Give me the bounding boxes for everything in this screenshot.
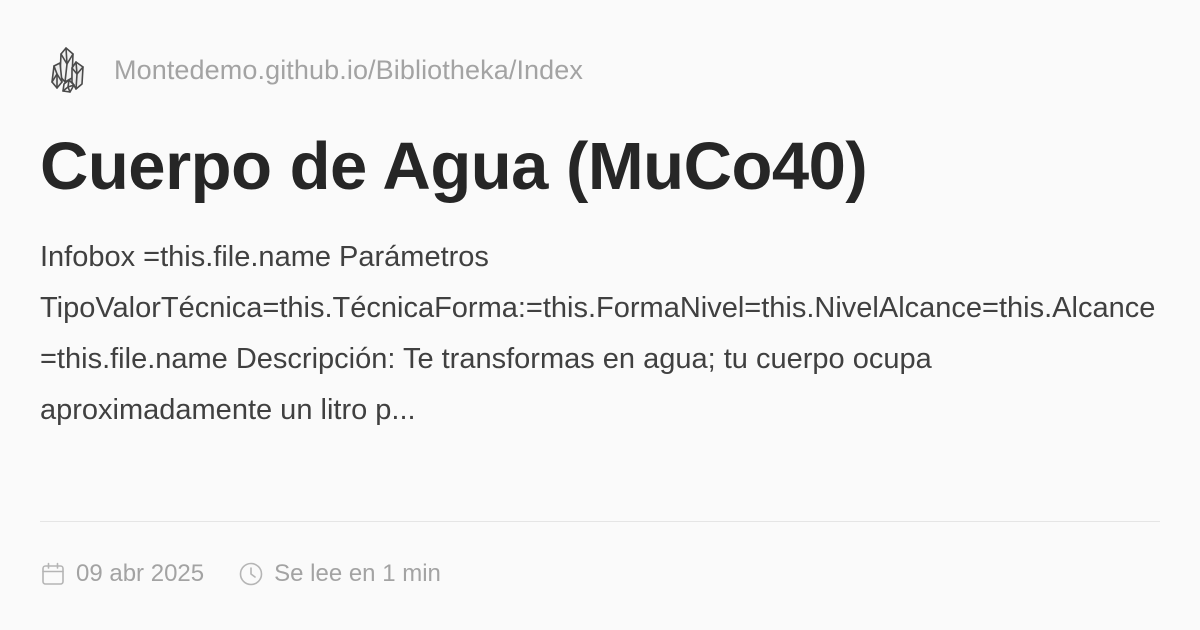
excerpt-line: TipoValorTécnica=this.TécnicaForma:=this…	[40, 292, 1156, 324]
article-excerpt: Infobox =this.file.name Parámetros TipoV…	[40, 232, 1160, 436]
reading-time: Se lee en 1 min	[238, 560, 441, 588]
page-title: Cuerpo de Agua (MuCo40)	[40, 129, 868, 204]
clock-icon	[239, 562, 263, 586]
calendar-icon	[42, 562, 64, 585]
publish-date-text: 09 abr 2025	[76, 560, 205, 587]
site-header[interactable]: Montedemo.github.io/Bibliotheka/Index	[48, 42, 583, 98]
excerpt-line: Infobox =this.file.name Parámetros	[40, 241, 489, 273]
article-meta: 09 abr 2025 Se lee en 1 min	[40, 556, 475, 592]
crystal-cluster-icon	[51, 47, 84, 93]
excerpt-line: aproximadamente un litro p...	[40, 394, 416, 426]
divider	[40, 521, 1160, 522]
og-card: Montedemo.github.io/Bibliotheka/Index Cu…	[0, 0, 1200, 630]
publish-date: 09 abr 2025	[40, 560, 204, 588]
reading-time-text: Se lee en 1 min	[274, 560, 441, 587]
site-url[interactable]: Montedemo.github.io/Bibliotheka/Index	[114, 55, 583, 86]
excerpt-line: =this.file.name Descripción: Te transfor…	[40, 343, 932, 375]
